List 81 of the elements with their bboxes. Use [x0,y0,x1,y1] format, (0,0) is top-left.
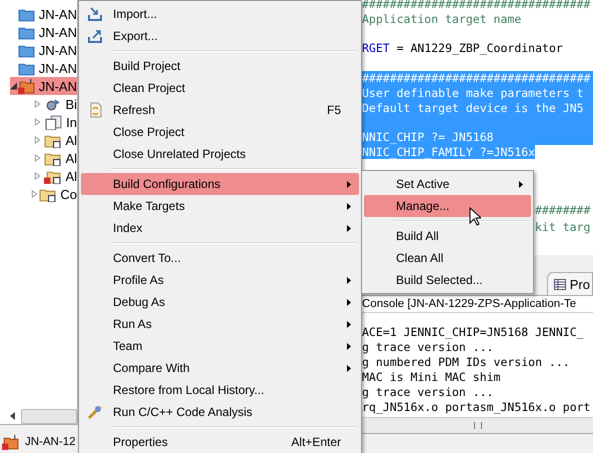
collapsed-toggle-icon[interactable] [31,190,38,198]
tree-item[interactable]: JN-AN [10,59,77,77]
folder-icon [18,6,35,22]
menu-item[interactable]: Clean Project [81,77,359,99]
submenu-arrow-icon [347,342,351,350]
tree-item[interactable]: In [10,113,77,131]
console-line: g numbered PDM IDs version ... [362,355,571,370]
menu-item[interactable]: Properties Alt+Enter [81,431,359,453]
tree-item[interactable]: Al [10,149,77,167]
menu-item[interactable]: Manage... [364,195,531,217]
collapsed-toggle-icon[interactable] [34,154,41,162]
menu-item[interactable]: Compare With [81,357,359,379]
code-line: RGET = AN1229_ZBP_Coordinator [362,41,563,56]
console-line: ACE=1 JENNIC_CHIP=JN5168 JENNIC_ [362,325,585,340]
comment-line: ################################# [362,0,590,11]
tree-item[interactable]: JN-AN [10,23,77,41]
tree-item[interactable]: Al [10,131,77,149]
comment-line: ######## [535,202,592,219]
menu-item[interactable]: Build All [364,225,531,247]
collapsed-toggle-icon[interactable] [34,100,41,108]
project-folder-icon [2,434,19,450]
horizontal-scrollbar[interactable] [0,408,78,425]
folder-icon [44,150,62,166]
collapsed-toggle-icon[interactable] [34,118,42,126]
menu-item[interactable]: Profile As [81,269,359,291]
export-icon [87,28,103,44]
folder-icon [18,42,35,58]
menu-item[interactable]: Team [81,335,359,357]
collapsed-toggle-icon[interactable] [34,172,41,180]
menu-item[interactable]: Clean All [364,247,531,269]
tree-item[interactable]: Al [10,167,77,185]
submenu-arrow-icon [347,202,351,210]
menu-item[interactable]: Close Project [81,121,359,143]
menu-item[interactable]: Export... [81,25,359,47]
submenu-arrow-icon [519,180,523,188]
menu-item[interactable]: Import... [81,3,359,25]
scroll-left-icon[interactable] [10,412,15,420]
menu-item[interactable]: Debug As [81,291,359,313]
project-folder-icon [18,78,35,94]
submenu-arrow-icon [347,180,351,188]
scroll-grip-icon[interactable] [474,422,482,429]
comment-line: Application target name [362,12,522,26]
console-line: g trace version ... [362,340,495,355]
submenu-arrow-icon [347,364,351,372]
menu-item[interactable]: Close Unrelated Projects [81,143,359,165]
folder-icon [18,24,35,40]
view-tab[interactable]: Pro [546,272,593,295]
tree-item[interactable]: JN-AN [10,5,77,23]
tree-item[interactable]: JN-AN [10,77,77,95]
menu-item[interactable]: Run As [81,313,359,335]
folder-icon [39,186,56,202]
console-line: rq_JN516x.o portasm_JN516x.o port [362,400,592,415]
tree-item[interactable]: JN-AN [10,41,77,59]
menu-item[interactable]: Index [81,217,359,239]
menu-item[interactable]: Restore from Local History... [81,379,359,401]
menu-item[interactable]: Refresh F5 [81,99,359,121]
menu-item[interactable]: Build Selected... [364,269,531,291]
comment-line: kit targ [535,218,592,236]
console-title: Console [JN-AN-1229-ZPS-Application-Te [362,296,593,313]
submenu-arrow-icon [347,224,351,232]
menu-item[interactable]: Convert To... [81,247,359,269]
tree-item[interactable]: Bi [10,95,77,113]
menu-item[interactable]: Build Configurations [81,173,359,195]
submenu-arrow-icon [347,298,351,306]
submenu-arrow-icon [347,276,351,284]
menu-item[interactable]: Set Active [364,173,531,195]
menu-item[interactable]: Make Targets [81,195,359,217]
status-text: JN-AN-12 [25,436,76,448]
folder-icon [44,132,62,148]
import-icon [87,6,103,22]
wand-icon [87,404,103,420]
folder-icon [44,168,62,184]
submenu-arrow-icon [347,320,351,328]
table-icon [554,278,566,290]
collapsed-toggle-icon[interactable] [34,136,41,144]
console-line: MAC is Mini MAC shim [362,370,502,385]
console-line: g trace version ... [362,385,495,400]
menu-item[interactable]: Build Project [81,55,359,77]
tree-item[interactable]: Co [10,185,77,203]
horizontal-scrollbar[interactable] [362,417,593,434]
menu-item[interactable]: Run C/C++ Code Analysis [81,401,359,423]
